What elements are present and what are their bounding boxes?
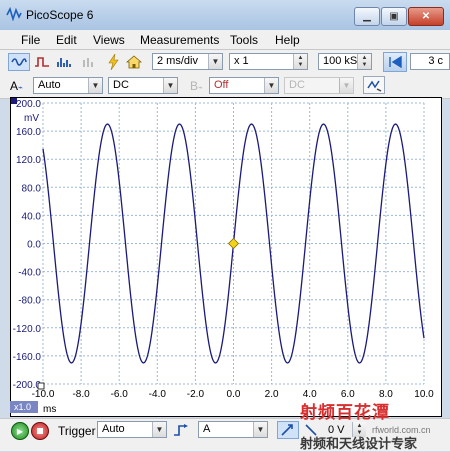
previous-capture-button[interactable] (383, 52, 407, 72)
x-tick-label: -8.0 (72, 389, 90, 400)
menu-edit[interactable]: Edit (56, 33, 77, 47)
scope-plot: 200.0 160.0 120.0 80.0 40.0 0.0 -40.0 -80.0 -120… (10, 98, 434, 415)
channel-a-button[interactable]: A⌁ (10, 79, 23, 93)
menu-measurements[interactable]: Measurements (140, 33, 219, 47)
persistence-mode-button[interactable] (32, 53, 52, 71)
channel-a-range-value: Auto (38, 79, 61, 91)
probe-icon: ⌁ (18, 83, 23, 92)
rewind-icon (389, 56, 402, 68)
x-tick-label: -4.0 (149, 389, 167, 400)
capture-count-value: 3 c (428, 55, 443, 67)
stop-button[interactable] (31, 422, 49, 440)
home-button[interactable] (124, 53, 144, 71)
chevron-down-icon[interactable]: ▼ (253, 422, 267, 437)
y-tick-label: -80.0 (18, 296, 41, 307)
x-tick-label: -6.0 (111, 389, 129, 400)
scope-mode-button[interactable] (8, 53, 30, 71)
watermark-brand: 射频百花潭 (300, 403, 390, 422)
y-tick-label: -120.0 (13, 324, 42, 335)
chevron-down-icon[interactable]: ▼ (163, 78, 177, 93)
probe-icon: ⌁ (198, 83, 203, 92)
scope-mode-icon (11, 58, 27, 66)
trigger-edge-icon (174, 424, 188, 436)
rising-edge-button[interactable] (277, 421, 299, 439)
channel-a-coupling-value: DC (113, 79, 129, 91)
y-tick-label: -40.0 (18, 268, 41, 279)
y-tick-label: -160.0 (13, 352, 42, 363)
channel-b-button[interactable]: B⌁ (190, 79, 203, 93)
persistence-mode-icon (35, 57, 49, 67)
samples-value: 100 kS (323, 55, 358, 67)
resize-handle[interactable] (37, 382, 45, 390)
y-tick-label: 200.0 (16, 99, 41, 110)
disabled-tool-icon (83, 58, 93, 67)
disabled-tool-button (79, 53, 99, 71)
auto-setup-button[interactable] (104, 53, 122, 71)
x-tick-label: -2.0 (187, 389, 205, 400)
close-button[interactable]: ✕ (408, 7, 444, 26)
maximize-button[interactable]: ▣ (381, 7, 407, 26)
trigger-label: Trigger (58, 424, 96, 438)
zoom-value: x 1 (234, 55, 249, 67)
channel-b-range-value: Off (214, 79, 229, 91)
zoom-spinner[interactable]: ▲ ▼ (293, 54, 307, 69)
menu-file[interactable]: File (21, 33, 40, 47)
y-tick-label: 120.0 (16, 155, 41, 166)
spectrum-mode-icon (57, 58, 71, 67)
x-tick-label: 10.0 (414, 389, 434, 400)
channel-b-label: B (190, 79, 199, 93)
trigger-type-button[interactable] (171, 421, 191, 439)
minimize-icon: ▁ (363, 11, 371, 22)
trigger-marker[interactable] (227, 237, 240, 250)
chevron-down-icon: ▼ (339, 78, 353, 93)
home-icon (126, 55, 142, 69)
y-axis: 200.0 160.0 120.0 80.0 40.0 0.0 -40.0 -80.0 -120… (13, 99, 42, 391)
trigger-mode-value: Auto (102, 423, 125, 435)
x-tick-label: 0.0 (227, 389, 241, 400)
y-tick-label: 160.0 (16, 127, 41, 138)
minimize-button[interactable]: ▁ (354, 7, 380, 26)
play-icon: ▶ (16, 426, 24, 436)
watermark-slogan: 射频和天线设计专家 (300, 436, 418, 451)
y-tick-label: 40.0 (22, 211, 42, 222)
close-icon: ✕ (421, 11, 431, 22)
y-tick-label: 0.0 (27, 240, 41, 251)
timebase-value: 2 ms/div (157, 55, 198, 67)
x-tick-label: -10.0 (32, 389, 55, 400)
rising-edge-icon (281, 424, 293, 436)
lightning-icon (108, 54, 119, 70)
y-tick-label: 80.0 (22, 183, 42, 194)
channel-b-coupling-value: DC (289, 79, 305, 91)
spectrum-mode-button[interactable] (54, 53, 74, 71)
channel-options-button[interactable] (363, 76, 385, 94)
window-title: PicoScope 6 (26, 8, 94, 22)
start-button[interactable]: ▶ (11, 422, 29, 440)
x-unit-label: ms (43, 404, 56, 415)
chevron-down-icon[interactable]: ▼ (208, 54, 222, 69)
stop-icon (37, 428, 43, 434)
channel-a-axis-marker[interactable] (11, 98, 17, 104)
channel-a-label: A (10, 79, 19, 93)
maximize-icon: ▣ (389, 11, 399, 22)
trigger-source-value: A (203, 423, 211, 435)
x-tick-label: 2.0 (265, 389, 279, 400)
picoscope-app-icon (6, 7, 22, 21)
x-scale-badge-label: x1.0 (14, 402, 31, 412)
menu-help[interactable]: Help (275, 33, 300, 47)
chevron-down-icon[interactable]: ▼ (264, 78, 278, 93)
y-unit-label: mV (24, 113, 39, 124)
chevron-down-icon[interactable]: ▼ (152, 422, 166, 437)
capture-count-field[interactable]: 3 c (410, 53, 450, 70)
probe-settings-icon (367, 80, 382, 92)
chevron-down-icon[interactable]: ▼ (88, 78, 102, 93)
menu-views[interactable]: Views (93, 33, 125, 47)
samples-spinner[interactable]: ▲ ▼ (357, 54, 371, 69)
menu-tools[interactable]: Tools (230, 33, 258, 47)
